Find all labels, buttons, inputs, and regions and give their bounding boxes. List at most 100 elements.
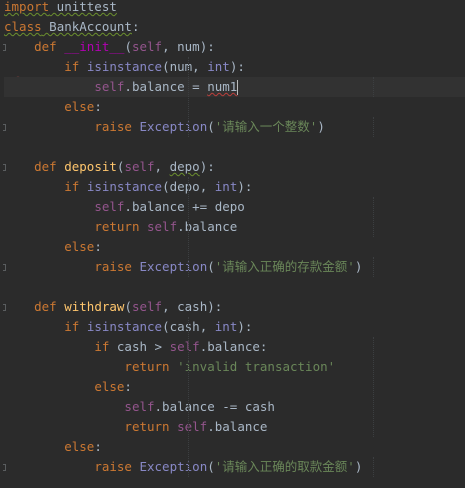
code-token: ( [124,299,132,314]
code-token: import [4,0,50,14]
code-token: depo [169,159,200,174]
code-token: '请输入一个整数' [214,119,318,134]
code-token: return [94,219,140,234]
code-token: '请输入正确的存款金额' [214,259,355,274]
code-line[interactable]: else: [4,97,465,117]
code-token: Exception [139,459,208,474]
code-line[interactable]: raise Exception('请输入正确的存款金额') [4,257,465,277]
code-line[interactable]: class BankAccount: [4,17,465,37]
code-token: if [94,339,110,354]
indent-guide [188,317,190,477]
code-line[interactable]: if isinstance(cash, int): [4,317,465,337]
code-line[interactable]: self.balance = num1 [4,77,465,97]
indent-guide [372,117,374,137]
code-line[interactable]: if isinstance(depo, int): [4,177,465,197]
code-token: BankAccount [41,19,132,34]
code-token: int [207,59,230,74]
code-line[interactable]: else: [4,237,465,257]
code-token: : [94,239,102,254]
code-token: isinstance [86,319,163,334]
code-token: if [64,179,80,194]
code-line[interactable]: else: [4,437,465,457]
text-cursor [237,80,239,95]
code-token: def [34,299,57,314]
code-line[interactable]: if cash > self.balance: [4,337,465,357]
indent-guide [372,197,374,237]
code-token: Exception [139,119,208,134]
code-token: cash > [109,339,170,354]
code-line[interactable]: def deposit(self, depo): [4,157,465,177]
code-token: ): [199,159,215,174]
code-token: __init__ [64,39,125,54]
code-token: else [64,239,95,254]
code-token: self [94,79,125,94]
code-token: int [214,179,238,194]
code-token: if [64,59,80,74]
code-line[interactable]: def withdraw(self, cash): [4,297,465,317]
code-token: : [124,379,132,394]
code-token: ): [237,179,253,194]
code-token: else [64,99,95,114]
code-line[interactable] [4,137,465,157]
code-line[interactable]: self.balance -= cash [4,397,465,417]
code-token: ( [207,259,215,274]
code-token: def [34,39,57,54]
code-token: return [124,419,170,434]
code-token: raise [94,459,132,474]
code-token: .balance: [199,339,268,354]
code-line[interactable]: return 'invalid transaction' [4,357,465,377]
code-token: self [124,399,155,414]
code-line[interactable]: return self.balance [4,417,465,437]
code-line[interactable]: import unittest [4,0,465,17]
code-token: self [94,199,125,214]
code-line[interactable]: return self.balance [4,217,465,237]
code-token: ): [237,319,253,334]
code-token: else [64,439,95,454]
code-token: if [64,319,80,334]
code-token: .balance [207,419,268,434]
code-token: : [94,439,102,454]
code-token: return [124,359,170,374]
code-line[interactable]: def __init__(self, num): [4,37,465,57]
code-line[interactable]: raise Exception('请输入一个整数') [4,117,465,137]
code-editor[interactable]: import unittest class BankAccount: def __… [0,0,465,488]
code-token: unittest [49,0,117,14]
code-token: 'invalid transaction' [177,359,336,374]
code-token: def [34,159,57,174]
code-token: isinstance [86,59,163,74]
code-token: withdraw [64,299,125,314]
code-token: : [94,99,102,114]
code-line[interactable] [4,277,465,297]
code-token: Exception [139,259,208,274]
code-token: : [131,19,140,34]
code-token: , num): [162,39,215,54]
code-line[interactable]: if isinstance(num, int): [4,57,465,77]
code-token: self [169,339,200,354]
code-token: .balance -= cash [154,399,275,414]
code-token: int [214,319,238,334]
code-line[interactable]: self.balance += depo [4,197,465,217]
code-token: self [131,299,163,314]
code-line[interactable]: else: [4,377,465,397]
code-token: , [154,159,170,174]
code-token: ( [207,119,215,134]
code-line[interactable]: raise Exception('请输入正确的取款金额') [4,457,465,477]
indent-guide [372,257,374,277]
code-token: else [94,379,125,394]
